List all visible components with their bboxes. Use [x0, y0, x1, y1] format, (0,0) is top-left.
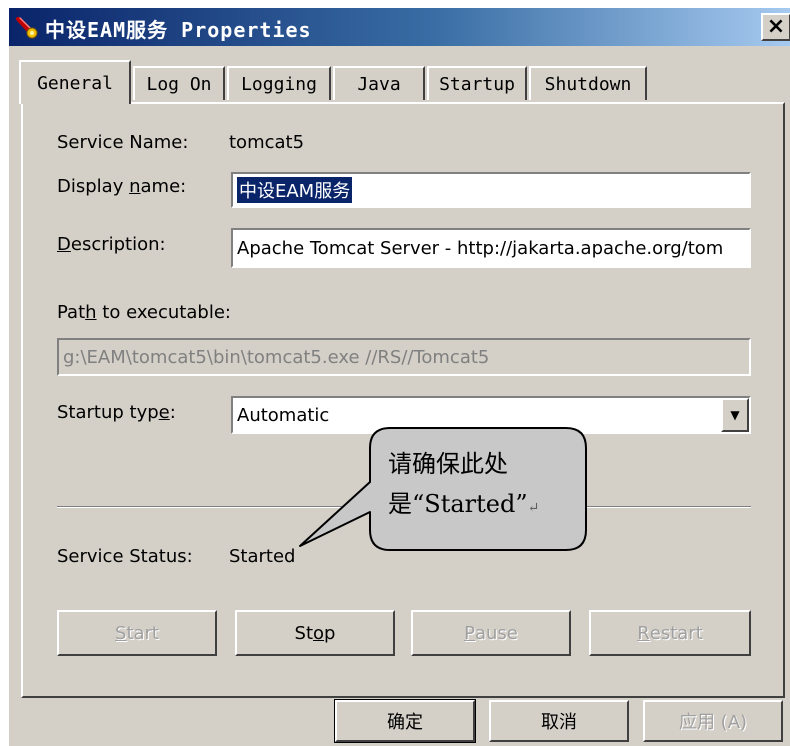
callout-bubble [299, 427, 587, 551]
return-mark-icon: ↵ [527, 500, 540, 516]
callout-text: 请确保此处 是“Started”↵ [388, 444, 588, 528]
callout-line-2: 是“Started”↵ [388, 490, 540, 518]
callout-line-1: 请确保此处 [388, 450, 508, 478]
tab-general[interactable]: General [19, 60, 131, 104]
